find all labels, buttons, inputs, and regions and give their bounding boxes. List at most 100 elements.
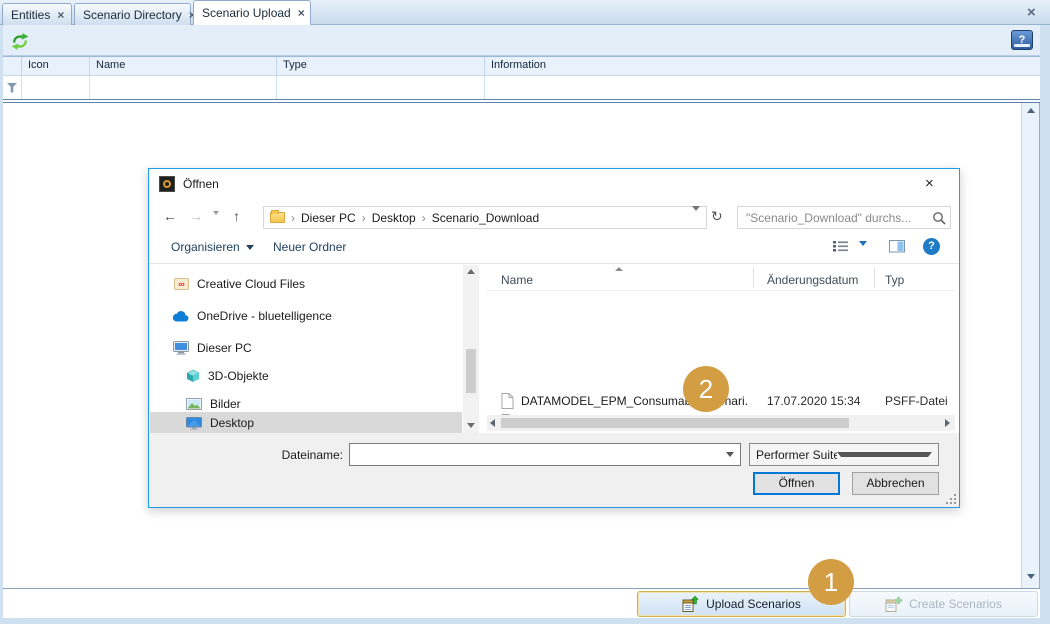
scroll-up-icon[interactable] [1027,108,1035,113]
main-toolbar: ? [3,25,1040,56]
scroll-left-icon[interactable] [490,419,495,427]
filter-cell-icon[interactable] [22,76,90,99]
chevron-right-icon: › [362,211,366,225]
address-refresh-icon[interactable]: ↻ [711,208,723,225]
onedrive-cloud-icon [172,310,189,322]
cancel-button[interactable]: Abbrechen [852,472,939,495]
sidebar-item-3d-objekte[interactable]: 3D-Objekte [150,365,462,387]
upload-scenarios-label: Upload Scenarios [706,597,801,611]
column-separator[interactable] [874,268,875,288]
creative-cloud-icon: ∞ [174,278,189,290]
filter-cell-type[interactable] [277,76,485,99]
tab-bar: Entities × Scenario Directory × Scenario… [0,0,1050,25]
window-close-icon[interactable]: × [1027,4,1036,21]
question-glyph: ? [1019,34,1026,46]
search-box[interactable] [737,206,951,229]
scroll-up-icon[interactable] [467,269,475,274]
grid-header: Icon Name Type Information [3,56,1040,75]
resize-grip[interactable] [946,494,956,504]
nav-back-icon[interactable]: ← [163,208,177,224]
filter-cell-information[interactable] [485,76,1040,99]
organize-menu-button[interactable]: Organisieren [171,240,254,254]
app-window: Entities × Scenario Directory × Scenario… [0,0,1050,624]
file-date: 17.07.2020 15:34 [767,394,860,408]
dialog-title-bar[interactable]: Öffnen × [149,169,959,199]
view-list-button[interactable] [833,240,849,256]
desktop-icon [186,417,202,430]
sort-ascending-icon [615,267,623,271]
main-vertical-scrollbar[interactable] [1022,103,1040,588]
open-button[interactable]: Öffnen [753,472,840,495]
nav-up-icon[interactable]: ↑ [233,208,240,224]
breadcrumb-scenario-download[interactable]: Scenario_Download [432,211,539,225]
grid-column-icon[interactable]: Icon [22,57,90,75]
pictures-icon [186,398,202,410]
scroll-right-icon[interactable] [945,419,950,427]
filetype-select[interactable]: Performer Suite File (*.psff) [749,443,939,466]
dialog-close-icon[interactable]: × [925,175,934,192]
file-list-header: Name Änderungsdatum Typ [487,265,955,291]
command-bar-separator [149,263,959,264]
filename-combo[interactable] [349,443,741,466]
view-dropdown-icon[interactable] [859,246,867,260]
create-scenarios-button: Create Scenarios [849,591,1038,617]
column-name[interactable]: Name [501,273,533,287]
filename-label: Dateiname: [209,448,343,462]
nav-forward-icon: → [189,208,203,224]
tab-label: Entities [11,8,50,22]
folder-icon [270,212,285,223]
dialog-title: Öffnen [183,177,219,191]
column-type[interactable]: Typ [885,273,904,287]
tab-close-icon[interactable]: × [298,7,305,19]
sidebar-scrollbar[interactable] [463,265,479,433]
file-type: PSFF-Datei [885,394,948,408]
grid-column-type[interactable]: Type [277,57,485,75]
tab-scenario-directory[interactable]: Scenario Directory × [74,3,191,25]
open-file-dialog: Öffnen × ← → ↑ › Dieser PC › Desktop › S… [148,168,960,508]
filename-input[interactable] [350,444,726,465]
file-list: Name Änderungsdatum Typ DATAMODEL_EPM_Co… [487,265,955,433]
breadcrumb-dieser-pc[interactable]: Dieser PC [301,211,356,225]
chevron-down-icon [246,245,254,250]
filter-cell-name[interactable] [90,76,277,99]
sidebar-item-label: Creative Cloud Files [197,277,305,291]
grid-filter-row [3,75,1040,99]
new-folder-button[interactable]: Neuer Ordner [273,240,346,254]
address-dropdown-icon[interactable] [692,211,700,225]
sidebar-item-creative-cloud-files[interactable]: ∞ Creative Cloud Files [150,273,462,295]
chevron-down-icon[interactable] [726,452,734,457]
bottom-action-bar: Upload Scenarios Create Scenarios [3,588,1040,618]
refresh-button[interactable] [9,30,31,52]
sidebar-item-desktop[interactable]: Desktop [150,412,462,434]
sidebar-item-dieser-pc[interactable]: Dieser PC [150,337,462,359]
preview-pane-icon [889,240,905,253]
column-date[interactable]: Änderungsdatum [767,273,858,287]
column-separator[interactable] [753,268,754,288]
grid-column-information[interactable]: Information [485,57,1040,75]
create-document-icon [885,596,902,612]
scroll-down-icon[interactable] [467,423,475,428]
tab-scenario-upload[interactable]: Scenario Upload × [193,0,311,25]
search-input[interactable] [746,211,932,225]
new-folder-label: Neuer Ordner [273,240,346,254]
dialog-help-icon[interactable]: ? [923,238,940,255]
search-icon [932,211,946,225]
help-icon[interactable]: ? [1011,30,1033,50]
tab-entities[interactable]: Entities × [2,3,72,25]
computer-icon [173,341,189,355]
tab-close-icon[interactable]: × [57,9,64,21]
file-list-horizontal-scrollbar[interactable] [487,415,955,431]
preview-pane-button[interactable] [889,240,905,256]
breadcrumb-desktop[interactable]: Desktop [372,211,416,225]
sidebar-item-onedrive[interactable]: OneDrive - bluetelligence [150,305,462,327]
chevron-right-icon: › [291,211,295,225]
filter-row-indicator [3,76,22,99]
address-bar[interactable]: › Dieser PC › Desktop › Scenario_Downloa… [263,206,707,229]
scrollbar-thumb[interactable] [466,349,476,393]
grid-column-name[interactable]: Name [90,57,277,75]
scroll-down-icon[interactable] [1027,574,1035,579]
nav-history-dropdown-icon[interactable] [213,215,219,229]
step-badge-2: 2 [683,366,729,412]
tab-label: Scenario Directory [83,8,182,22]
scrollbar-thumb[interactable] [501,418,849,428]
